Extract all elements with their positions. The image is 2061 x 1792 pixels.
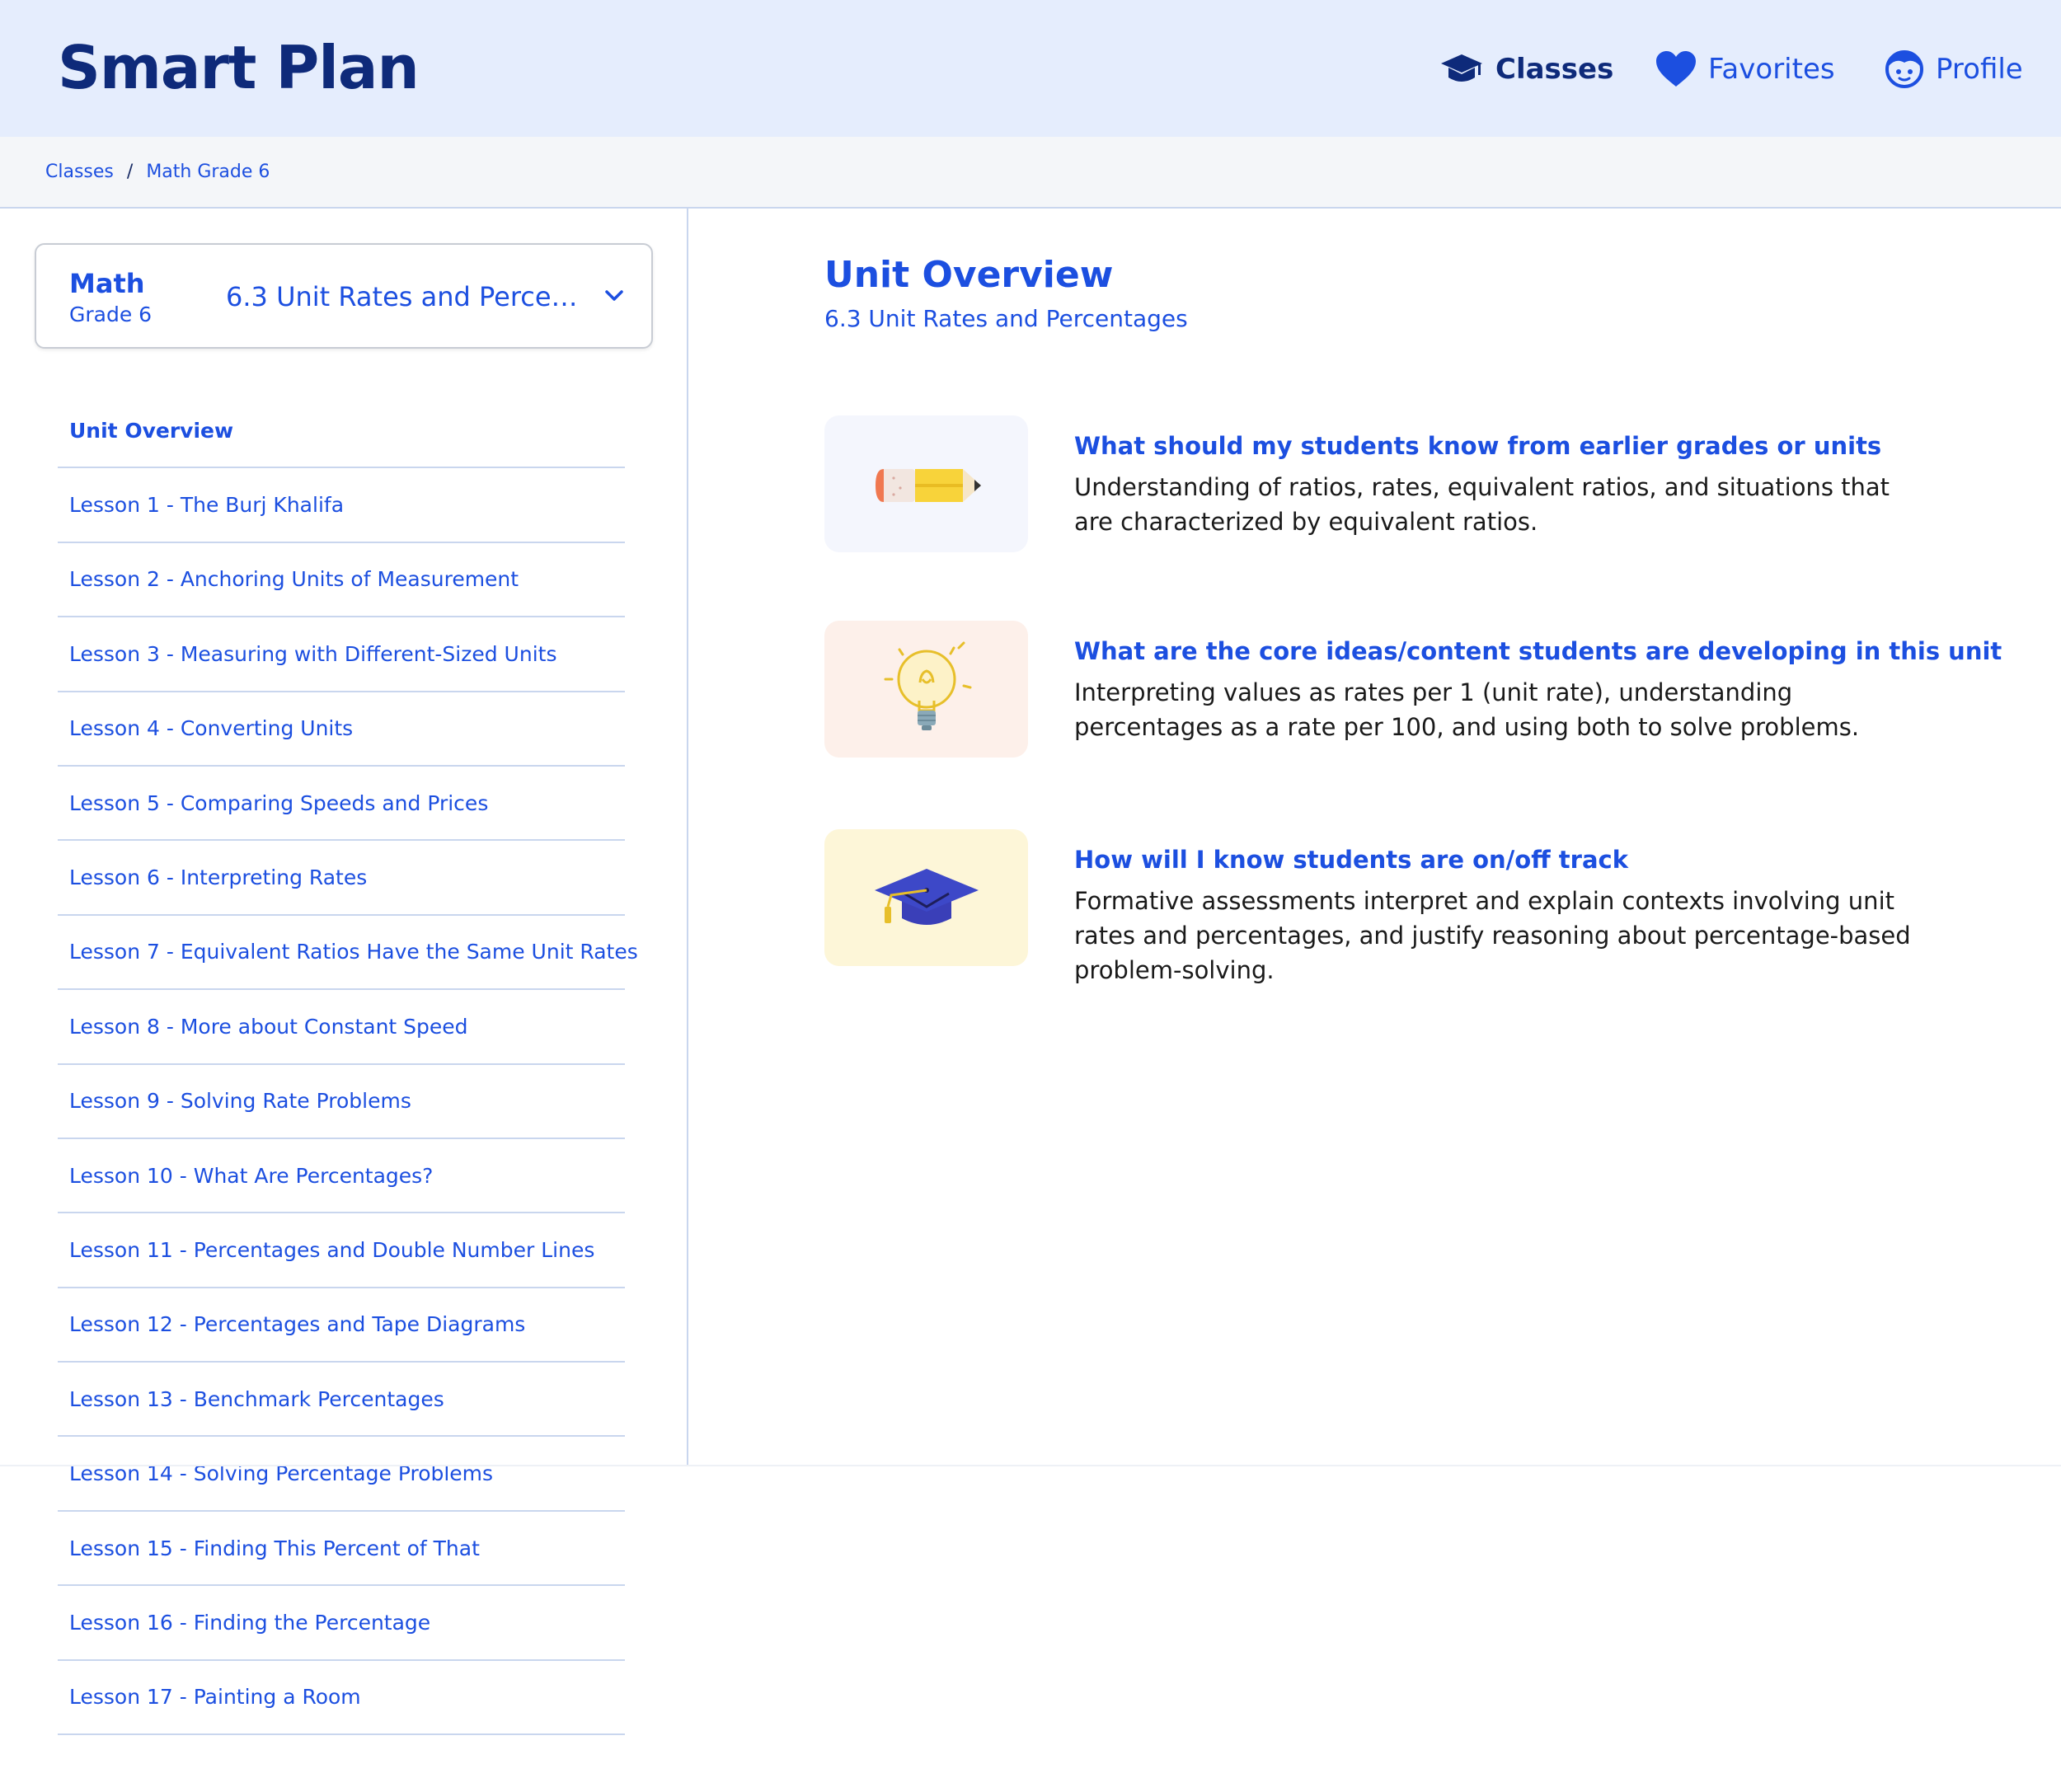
card-question: What are the core ideas/content students… [1074,637,2002,665]
breadcrumb: Classes / Math Grade 6 [45,162,270,182]
breadcrumb-math-grade-6[interactable]: Math Grade 6 [146,162,270,182]
selector-subject: Math [69,268,145,299]
lesson-item-6[interactable]: Lesson 6 - Interpreting Rates [58,841,625,916]
chevron-down-icon [603,288,625,307]
lesson-item-13[interactable]: Lesson 13 - Benchmark Percentages [58,1363,625,1438]
fold-divider [0,1465,2061,1466]
lesson-item-1[interactable]: Lesson 1 - The Burj Khalifa [58,468,625,543]
card-answer: Understanding of ratios, rates, equivale… [1074,473,1890,536]
selector-grade: Grade 6 [69,303,153,326]
breadcrumb-bar: Classes / Math Grade 6 [0,137,2061,209]
lesson-item-2[interactable]: Lesson 2 - Anchoring Units of Measuremen… [58,543,625,618]
card-answer: Formative assessments interpret and expl… [1074,887,1911,984]
brand-logo[interactable]: Smart Plan [58,33,420,102]
sidebar: Math Grade 6 6.3 Unit Rates and Percenta… [0,209,688,1736]
lightbulb-icon [824,621,1028,758]
breadcrumb-classes[interactable]: Classes [45,162,114,182]
page-subtitle: 6.3 Unit Rates and Percentages [824,305,1188,332]
page-title: Unit Overview [824,254,1114,296]
lesson-list: Unit Overview Lesson 1 - The Burj Khalif… [58,394,638,1736]
card-question: What should my students know from earlie… [1074,432,1882,460]
unit-selector-dropdown[interactable]: Math Grade 6 6.3 Unit Rates and Percenta… [35,243,653,349]
card-question: How will I know students are on/off trac… [1074,846,1628,874]
lesson-item-14[interactable]: Lesson 14 - Solving Percentage Problems [58,1437,625,1512]
lesson-item-11[interactable]: Lesson 11 - Percentages and Double Numbe… [58,1213,625,1288]
breadcrumb-separator: / [126,162,134,182]
lesson-item-8[interactable]: Lesson 8 - More about Constant Speed [58,990,625,1065]
lesson-item-15[interactable]: Lesson 15 - Finding This Percent of That [58,1512,625,1587]
nav-classes[interactable]: Classes [1439,46,1613,92]
nav-classes-label: Classes [1495,53,1614,86]
nav-profile[interactable]: Profile [1885,46,2023,92]
lesson-item-unit-overview[interactable]: Unit Overview [58,394,625,469]
face-icon [1885,49,1924,89]
nav-favorites[interactable]: Favorites [1655,46,1835,92]
nav-profile-label: Profile [1936,53,2023,86]
top-header: Smart Plan Classes Favorites Profile [0,0,2061,137]
heart-icon [1655,50,1697,88]
lesson-item-17[interactable]: Lesson 17 - Painting a Room [58,1661,625,1736]
lesson-item-16[interactable]: Lesson 16 - Finding the Percentage [58,1586,625,1661]
lesson-item-10[interactable]: Lesson 10 - What Are Percentages? [58,1139,625,1214]
graduation-cap-icon [824,829,1028,966]
card-answer: Interpreting values as rates per 1 (unit… [1074,678,1860,741]
graduation-cap-icon [1439,51,1484,87]
lesson-item-12[interactable]: Lesson 12 - Percentages and Tape Diagram… [58,1288,625,1363]
lesson-item-4[interactable]: Lesson 4 - Converting Units [58,692,625,767]
lesson-item-7[interactable]: Lesson 7 - Equivalent Ratios Have the Sa… [58,916,638,991]
lesson-item-3[interactable]: Lesson 3 - Measuring with Different-Size… [58,617,625,692]
lesson-item-9[interactable]: Lesson 9 - Solving Rate Problems [58,1065,625,1139]
pencil-icon [824,415,1028,552]
nav-favorites-label: Favorites [1708,53,1835,86]
lesson-item-5[interactable]: Lesson 5 - Comparing Speeds and Prices [58,767,625,842]
selector-unit: 6.3 Unit Rates and Percentages [226,281,589,312]
